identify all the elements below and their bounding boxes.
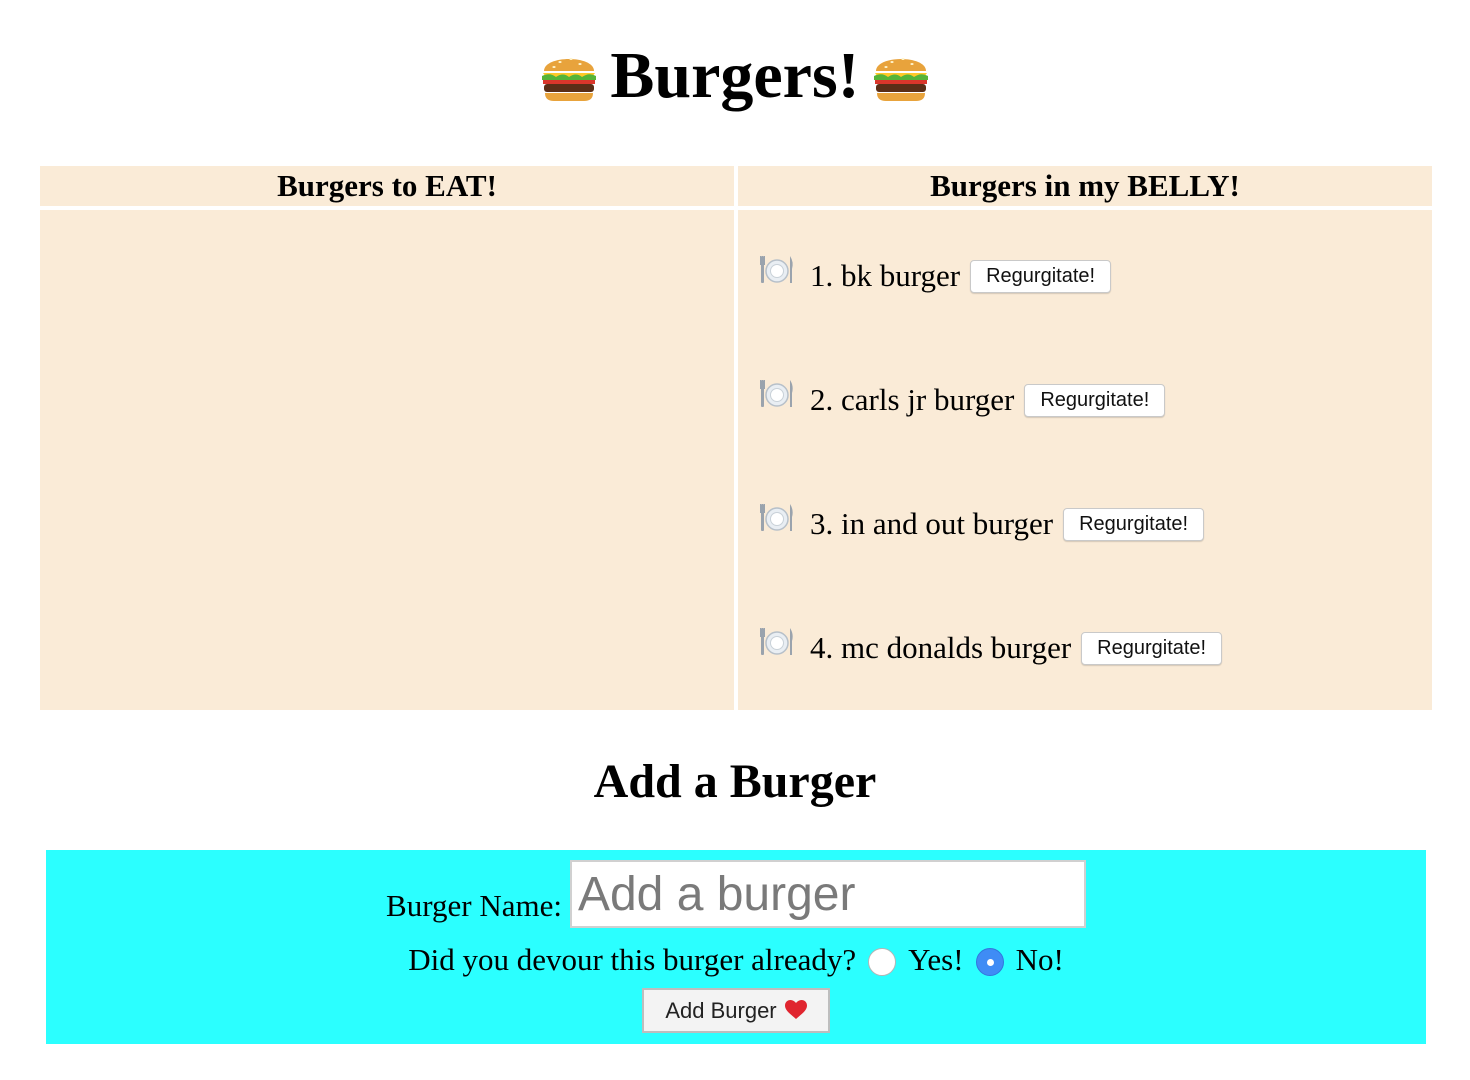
add-burger-button-label: Add Burger <box>665 997 777 1023</box>
fork-knife-plate-icon <box>760 254 794 286</box>
item-number: 4. <box>810 630 834 665</box>
fork-knife-plate-icon <box>760 378 794 410</box>
regurgitate-button[interactable]: Regurgitate! <box>1081 631 1223 665</box>
yes-label: Yes! <box>908 942 964 977</box>
add-burger-title: Add a Burger <box>593 755 877 808</box>
hamburger-icon-right <box>870 45 932 107</box>
page-title-text: Burgers! <box>610 39 860 112</box>
item-name: in and out burger <box>841 506 1054 541</box>
to-eat-column: Burgers to EAT! <box>40 166 734 710</box>
to-eat-heading: Burgers to EAT! <box>40 166 734 206</box>
page-title: Burgers! <box>0 36 1470 116</box>
fork-knife-plate-icon <box>760 502 794 534</box>
list-item: 1. bk burger Regurgitate! <box>760 254 1112 296</box>
regurgitate-button[interactable]: Regurgitate! <box>1024 383 1166 417</box>
fork-knife-plate-icon <box>760 626 794 658</box>
burger-name-row: Burger Name: <box>46 860 1426 928</box>
belly-heading: Burgers in my BELLY! <box>738 166 1432 206</box>
add-burger-button[interactable]: Add Burger <box>642 988 830 1033</box>
item-number: 3. <box>810 506 834 541</box>
list-item: 4. mc donalds burger Regurgitate! <box>760 626 1223 668</box>
item-name: carls jr burger <box>841 382 1015 417</box>
heart-icon <box>785 1000 807 1020</box>
item-name: mc donalds burger <box>841 630 1072 665</box>
no-label: No! <box>1015 942 1064 977</box>
to-eat-list <box>40 210 734 710</box>
item-number: 1. <box>810 258 834 293</box>
regurgitate-button[interactable]: Regurgitate! <box>970 259 1112 293</box>
devour-question: Did you devour this burger already? <box>408 942 857 977</box>
no-radio[interactable] <box>975 948 1004 976</box>
list-item: 3. in and out burger Regurgitate! <box>760 502 1205 544</box>
regurgitate-button[interactable]: Regurgitate! <box>1063 507 1205 541</box>
burger-name-label: Burger Name: <box>386 888 562 923</box>
add-burger-form: Burger Name: Did you devour this burger … <box>46 850 1426 1044</box>
hamburger-icon-left <box>538 45 600 107</box>
item-number: 2. <box>810 382 834 417</box>
belly-column: Burgers in my BELLY! 1. bk burger Regurg… <box>738 166 1432 710</box>
burger-tables: Burgers to EAT! Burgers in my BELLY! 1. … <box>40 166 1432 710</box>
burger-name-input[interactable] <box>569 860 1086 928</box>
belly-list: 1. bk burger Regurgitate! 2. carls jr bu… <box>738 210 1432 710</box>
yes-radio[interactable] <box>868 948 897 976</box>
item-name: bk burger <box>841 258 961 293</box>
list-item: 2. carls jr burger Regurgitate! <box>760 378 1166 420</box>
devour-row: Did you devour this burger already? Yes!… <box>46 938 1426 982</box>
